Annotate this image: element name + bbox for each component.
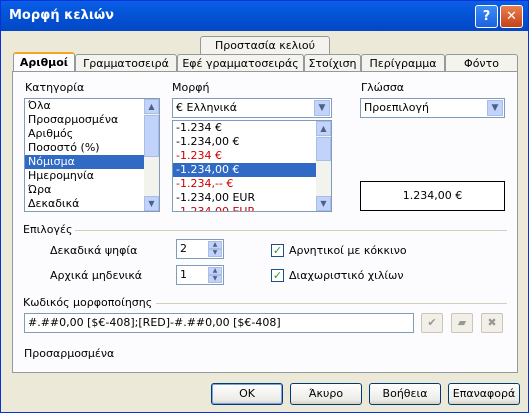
scroll-down-icon[interactable]: ▼ [144,196,159,211]
category-item[interactable]: Αριθμός [25,127,159,141]
format-code-input[interactable]: #.##0,00 [$€-408];[RED]-#.##0,00 [$€-408… [24,313,414,333]
chevron-down-icon[interactable]: ▼ [314,100,330,116]
close-icon: ✕ [506,9,517,24]
tab-label: Εφέ γραμματοσειράς [182,57,299,70]
tab-alignment[interactable]: Στοίχιση [304,54,361,72]
format-preview: 1.234,00 € [360,181,505,211]
tab-label: Φόντο [464,57,499,70]
window-title: Μορφή κελιών [9,8,115,23]
close-button[interactable]: ✕ [500,5,523,28]
comment-icon[interactable]: ▰ [451,313,473,333]
reset-button[interactable]: Επαναφορά [448,383,520,405]
category-item[interactable]: Ημερομηνία [25,169,159,183]
tab-font[interactable]: Γραμματοσειρά [75,54,177,72]
format-list[interactable]: -1.234 € -1.234,00 € -1.234 € -1.234,00 € -1… [172,120,332,212]
language-value: Προεπιλογή [364,101,429,114]
reset-label: Επαναφορά [452,387,516,400]
tab-cell-protection[interactable]: Προστασία κελιού [200,36,330,54]
decrement-icon[interactable]: ▼ [208,249,222,257]
leading-zeros-value: 1 [180,268,187,281]
thousands-separator-checkbox[interactable]: ✓ [271,269,284,282]
format-item[interactable]: -1.234,-- € [173,177,331,191]
tab-label: Γραμματοσειρά [83,57,169,70]
negative-red-checkbox[interactable]: ✓ [271,244,284,257]
language-select[interactable]: Προεπιλογή ▼ [360,98,505,118]
help-label: Βοήθεια [382,387,428,400]
tab-label: Περίγραμμα [369,57,437,70]
format-status: Προσαρμοσμένα [24,347,115,360]
ok-label: OK [239,387,255,400]
delete-glyph: ✖ [487,316,497,329]
format-code-value: #.##0,00 [$€-408];[RED]-#.##0,00 [$€-408… [28,316,281,329]
title-bar: Μορφή κελιών ? ✕ [1,1,528,31]
negative-red-label: Αρνητικοί με κόκκινο [289,244,407,257]
format-item[interactable]: -1.234 € [173,121,331,135]
check-icon: ✓ [272,244,283,257]
options-label: Επιλογές [23,223,73,236]
tab-borders[interactable]: Περίγραμμα [361,54,445,72]
format-item[interactable]: -1.234 € [173,149,331,163]
currency-select[interactable]: € Ελληνικά ▼ [172,98,332,118]
category-label: Κατηγορία [25,81,85,94]
format-item[interactable]: -1.234,00 EUR [173,191,331,205]
format-rows: -1.234 € -1.234,00 € -1.234 € -1.234,00 € -1… [173,121,331,211]
tab-label: Αριθμοί [19,56,69,69]
tab-font-effects[interactable]: Εφέ γραμματοσειράς [177,54,304,72]
help-button[interactable]: Βοήθεια [369,383,441,405]
category-item[interactable]: Δεκαδικά [25,197,159,211]
decimals-value: 2 [180,242,187,255]
category-list[interactable]: Όλα Προσαρμοσμένα Αριθμός Ποσοστό (%) Νόμισμ… [24,98,160,212]
category-item[interactable]: Όλα [25,99,159,113]
tab-label: Προστασία κελιού [214,39,316,52]
category-item[interactable]: Προσαρμοσμένα [25,113,159,127]
accept-glyph: ✔ [427,316,437,329]
help-title-button[interactable]: ? [475,5,498,28]
delete-icon[interactable]: ✖ [481,313,503,333]
category-scrollbar[interactable]: ▲ ▼ [144,99,159,211]
category-item[interactable]: Νόμισμα [25,155,159,169]
decimals-stepper[interactable]: 2 ▲ ▼ [176,239,224,259]
options-separator [75,230,507,231]
ok-button[interactable]: OK [211,383,283,405]
check-icon: ✓ [272,269,283,282]
chevron-down-icon[interactable]: ▼ [487,100,503,116]
scroll-thumb[interactable] [316,137,331,161]
scroll-thumb[interactable] [144,115,159,157]
scroll-down-icon[interactable]: ▼ [316,196,331,211]
cancel-button[interactable]: Άκυρο [290,383,362,405]
language-label: Γλώσσα [361,81,405,94]
comment-glyph: ▰ [457,316,467,329]
cancel-label: Άκυρο [308,387,344,400]
question-icon: ? [482,9,491,24]
format-code-label: Κωδικός μορφοποίησης [23,296,153,309]
increment-icon[interactable]: ▲ [208,241,222,249]
format-item[interactable]: -1.234,00 € [173,135,331,149]
decimals-label: Δεκαδικά ψηφία [50,244,138,257]
category-item[interactable]: Ποσοστό (%) [25,141,159,155]
preview-text: 1.234,00 € [402,189,463,202]
leading-zeros-stepper[interactable]: 1 ▲ ▼ [176,265,224,285]
format-cells-dialog: Μορφή κελιών ? ✕ Προστασία κελιού Αριθμο… [0,0,529,413]
increment-icon[interactable]: ▲ [208,267,222,275]
format-scrollbar[interactable]: ▲ ▼ [316,121,331,211]
currency-value: € Ελληνικά [176,101,238,114]
tab-label: Στοίχιση [308,57,357,70]
format-code-separator [156,303,507,304]
format-item[interactable]: -1.234,00 € [173,163,331,177]
category-rows: Όλα Προσαρμοσμένα Αριθμός Ποσοστό (%) Νόμισμ… [25,99,159,211]
tab-background[interactable]: Φόντο [445,54,518,72]
leading-zeros-label: Αρχικά μηδενικά [50,269,143,282]
format-label: Μορφή [172,81,210,94]
thousands-separator-label: Διαχωριστικό χιλίων [289,269,404,282]
scroll-up-icon[interactable]: ▲ [144,99,159,114]
numbers-panel: Κατηγορία Μορφή Γλώσσα Όλα Προσαρμοσμένα Α… [12,71,518,373]
category-item[interactable]: Ώρα [25,183,159,197]
format-item[interactable]: -1.234,00 EUR [173,205,331,211]
tab-numbers[interactable]: Αριθμοί [13,52,75,72]
accept-icon[interactable]: ✔ [421,313,443,333]
decrement-icon[interactable]: ▼ [208,275,222,283]
scroll-up-icon[interactable]: ▲ [316,121,331,136]
